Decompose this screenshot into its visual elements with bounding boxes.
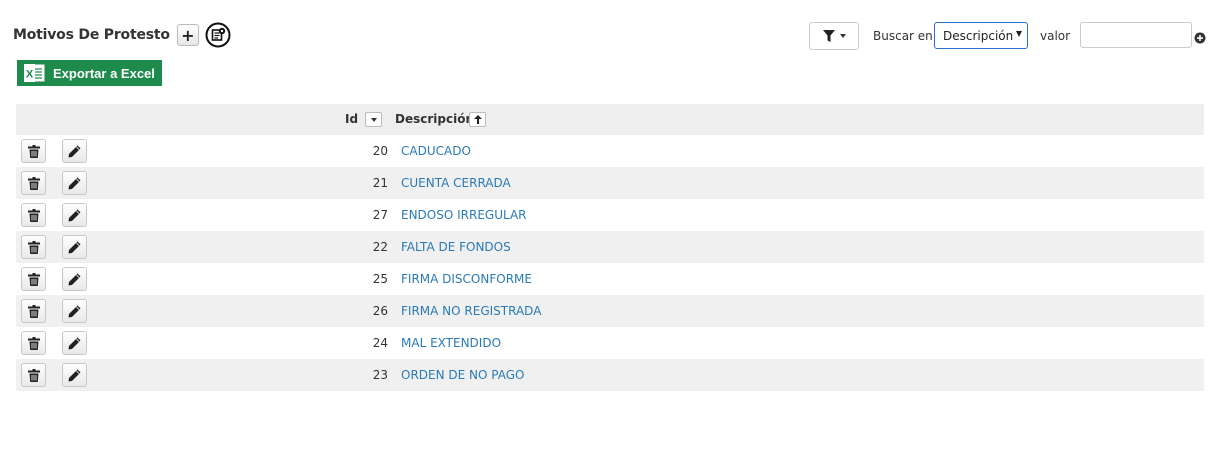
cell-id: 21 (372, 176, 388, 190)
filter-button[interactable] (809, 22, 859, 50)
search-field-value: Descripción (943, 28, 1014, 43)
cell-id: 22 (372, 240, 388, 254)
trash-icon (27, 368, 40, 382)
cell-id: 27 (372, 208, 388, 222)
cell-description-link[interactable]: ENDOSO IRREGULAR (401, 208, 527, 222)
chevron-down-icon (1016, 31, 1022, 37)
pencil-icon (68, 337, 81, 349)
cell-id: 23 (372, 368, 388, 382)
excel-icon: X (24, 64, 45, 82)
trash-icon (27, 304, 40, 318)
cell-description-link[interactable]: MAL EXTENDIDO (401, 336, 501, 350)
search-field-select[interactable]: Descripción (934, 22, 1028, 49)
trash-icon (27, 144, 40, 158)
search-in-label: Buscar en (873, 29, 933, 43)
edit-button[interactable] (62, 331, 87, 355)
table-row: 21 CUENTA CERRADA (16, 167, 1204, 199)
edit-button[interactable] (62, 267, 87, 291)
delete-button[interactable] (21, 299, 46, 323)
trash-icon (27, 240, 40, 254)
export-excel-button[interactable]: X Exportar a Excel (17, 60, 162, 86)
pencil-icon (68, 273, 81, 285)
cell-description-link[interactable]: ORDEN DE NO PAGO (401, 368, 524, 382)
data-grid: Id Descripción 20 CADUCADO 21 CUENTA CERRAD… (16, 104, 1204, 391)
cell-description-link[interactable]: CADUCADO (401, 144, 471, 158)
delete-button[interactable] (21, 235, 46, 259)
pencil-icon (68, 145, 81, 157)
cell-id: 26 (372, 304, 388, 318)
edit-button[interactable] (62, 139, 87, 163)
chevron-down-icon (370, 117, 377, 122)
config-button[interactable] (205, 22, 231, 48)
table-row: 20 CADUCADO (16, 135, 1204, 167)
edit-button[interactable] (62, 363, 87, 387)
id-sort-button[interactable] (365, 112, 382, 127)
trash-icon (27, 272, 40, 286)
delete-button[interactable] (21, 203, 46, 227)
value-label: valor (1040, 29, 1071, 43)
edit-button[interactable] (62, 171, 87, 195)
delete-button[interactable] (21, 363, 46, 387)
description-sort-button[interactable] (469, 112, 486, 127)
pencil-icon (68, 209, 81, 221)
cell-id: 25 (372, 272, 388, 286)
trash-icon (27, 208, 40, 222)
delete-button[interactable] (21, 171, 46, 195)
table-row: 27 ENDOSO IRREGULAR (16, 199, 1204, 231)
chevron-down-icon (839, 34, 846, 38)
grid-body: 20 CADUCADO 21 CUENTA CERRADA 27 ENDOSO IRREG… (16, 135, 1204, 391)
column-header-description[interactable]: Descripción (395, 112, 474, 126)
pencil-icon (68, 177, 81, 189)
svg-text:X: X (26, 69, 34, 81)
arrow-up-icon (473, 115, 482, 124)
column-header-id[interactable]: Id (345, 112, 358, 126)
cell-description-link[interactable]: FIRMA DISCONFORME (401, 272, 532, 286)
pencil-icon (68, 369, 81, 381)
table-row: 24 MAL EXTENDIDO (16, 327, 1204, 359)
cell-description-link[interactable]: CUENTA CERRADA (401, 176, 511, 190)
edit-button[interactable] (62, 203, 87, 227)
edit-button[interactable] (62, 235, 87, 259)
trash-icon (27, 336, 40, 350)
settings-doc-icon (205, 22, 231, 48)
table-row: 26 FIRMA NO REGISTRADA (16, 295, 1204, 327)
plus-circle-icon[interactable] (1194, 32, 1206, 44)
delete-button[interactable] (21, 267, 46, 291)
value-input[interactable] (1080, 22, 1192, 48)
delete-button[interactable] (21, 139, 46, 163)
export-label: Exportar a Excel (53, 65, 155, 81)
delete-button[interactable] (21, 331, 46, 355)
cell-id: 20 (372, 144, 388, 158)
funnel-icon (822, 29, 835, 42)
cell-id: 24 (372, 336, 388, 350)
trash-icon (27, 176, 40, 190)
table-row: 23 ORDEN DE NO PAGO (16, 359, 1204, 391)
cell-description-link[interactable]: FALTA DE FONDOS (401, 240, 511, 254)
grid-header: Id Descripción (16, 104, 1204, 135)
page-title: Motivos De Protesto (13, 27, 170, 43)
table-row: 25 FIRMA DISCONFORME (16, 263, 1204, 295)
pencil-icon (68, 241, 81, 253)
plus-icon: + (181, 25, 195, 45)
table-row: 22 FALTA DE FONDOS (16, 231, 1204, 263)
pencil-icon (68, 305, 81, 317)
cell-description-link[interactable]: FIRMA NO REGISTRADA (401, 304, 541, 318)
page-header: Motivos De Protesto + (13, 22, 231, 48)
edit-button[interactable] (62, 299, 87, 323)
add-button[interactable]: + (176, 24, 199, 46)
